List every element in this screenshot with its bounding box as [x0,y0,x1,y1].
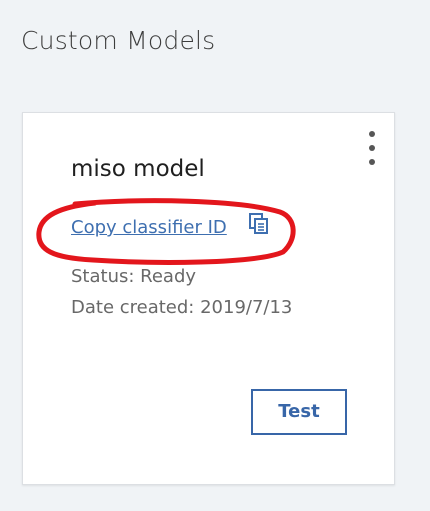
copy-icon[interactable] [249,213,269,235]
test-button[interactable]: Test [251,389,347,435]
copy-classifier-id-link[interactable]: Copy classifier ID [71,217,227,238]
overflow-menu-icon[interactable] [364,131,380,165]
model-card: miso model Copy classifier ID Status: Re… [22,112,395,485]
model-name: miso model [71,156,205,182]
date-created-text: Date created: 2019/7/13 [71,297,293,318]
copy-classifier-row: Copy classifier ID [71,213,291,243]
page-title: Custom Models [21,26,216,55]
status-text: Status: Ready [71,266,197,287]
